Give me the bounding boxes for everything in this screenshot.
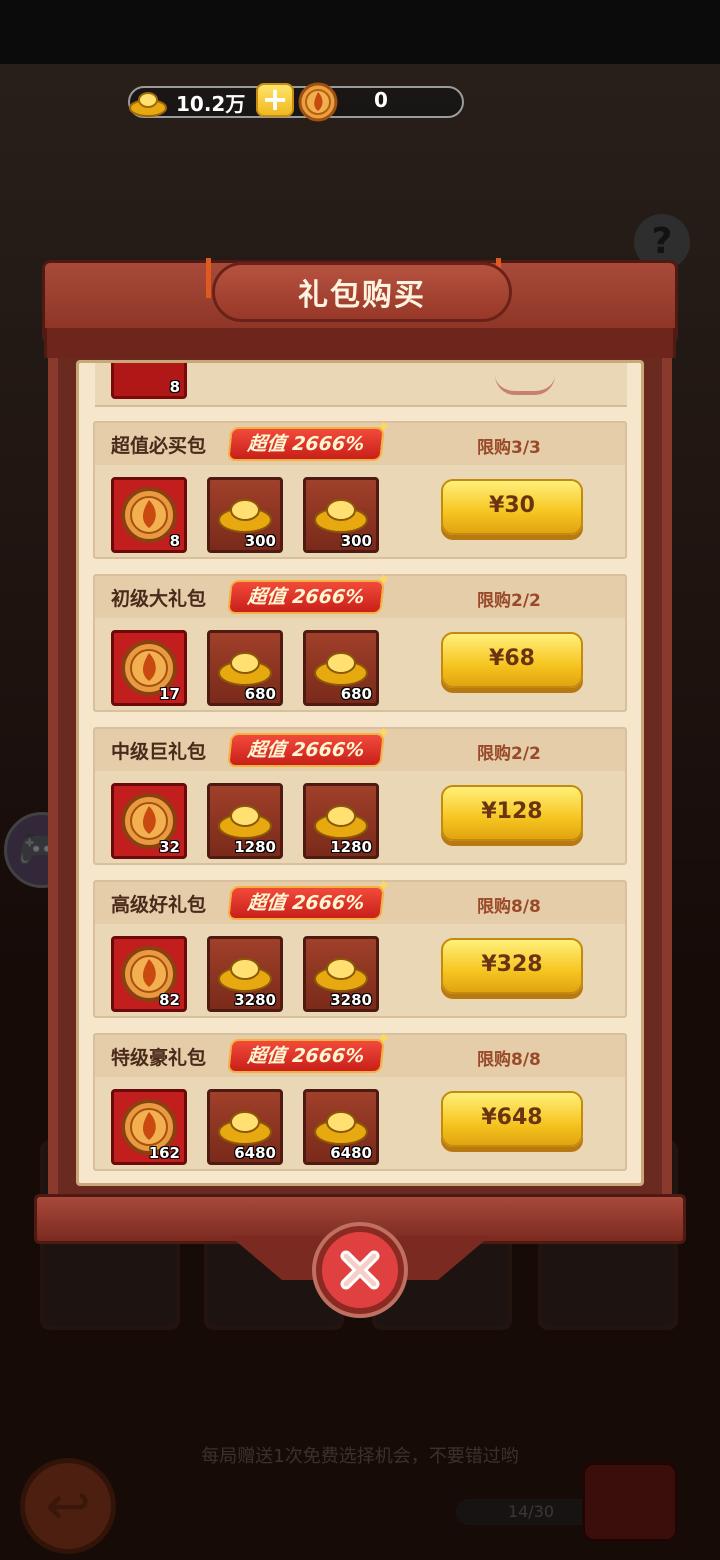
flame-coin-icon xyxy=(298,82,338,122)
sparkle-icon: ✦ xyxy=(377,417,391,436)
token-amount: 0 xyxy=(374,88,388,112)
buy-button[interactable]: ¥128 xyxy=(441,785,583,841)
item-count: 1280 xyxy=(234,838,276,856)
item-count: 82 xyxy=(159,991,180,1009)
flame-coin-icon[interactable]: 8 xyxy=(111,477,187,553)
gold-ingot-icon[interactable]: 300 xyxy=(303,477,379,553)
buy-button[interactable]: ¥328 xyxy=(441,938,583,994)
gold-ingot-icon[interactable]: 6480 xyxy=(207,1089,283,1165)
pack-row: 初级大礼包 超值 2666% ✦ 限购2/2 17 680 680 ¥68 xyxy=(93,570,627,712)
item-count: 162 xyxy=(148,1144,180,1162)
value-badge: 超值 2666% xyxy=(227,886,385,920)
item-count: 6480 xyxy=(234,1144,276,1162)
item-count: 32 xyxy=(159,838,180,856)
gold-ingot-icon xyxy=(128,86,168,117)
pack-name: 高级好礼包 xyxy=(111,894,207,916)
close-icon[interactable] xyxy=(316,1226,404,1314)
sparkle-icon: ✦ xyxy=(377,1029,391,1048)
item-count: 680 xyxy=(340,685,372,703)
gold-amount: 10.2万 xyxy=(176,92,246,116)
purchase-limit: 限购3/3 xyxy=(477,438,541,458)
value-badge: 超值 2666% xyxy=(227,1039,385,1073)
value-badge: 超值 2666% xyxy=(227,580,385,614)
pack-name: 特级豪礼包 xyxy=(111,1047,207,1069)
purchase-limit: 限购2/2 xyxy=(477,744,541,764)
item-count: 3280 xyxy=(234,991,276,1009)
partial-pack-row: 8 xyxy=(95,363,627,407)
flame-coin-icon[interactable]: 162 xyxy=(111,1089,187,1165)
gold-ingot-icon[interactable]: 680 xyxy=(207,630,283,706)
flame-coin-icon[interactable]: 82 xyxy=(111,936,187,1012)
dialog-title: 礼包购买 xyxy=(298,278,426,313)
gold-ingot-icon[interactable]: 1280 xyxy=(303,783,379,859)
gold-ingot-icon[interactable]: 680 xyxy=(303,630,379,706)
sparkle-icon: ✦ xyxy=(377,570,391,589)
purchase-limit: 限购8/8 xyxy=(477,1050,541,1070)
item-count: 300 xyxy=(244,532,276,550)
value-badge: 超值 2666% xyxy=(227,427,385,461)
buy-button[interactable]: ¥68 xyxy=(441,632,583,688)
gold-ingot-icon[interactable]: 1280 xyxy=(207,783,283,859)
item-count: 680 xyxy=(244,685,276,703)
purchase-limit: 限购8/8 xyxy=(477,897,541,917)
flame-coin-icon[interactable]: 32 xyxy=(111,783,187,859)
value-badge: 超值 2666% xyxy=(227,733,385,767)
partial-price-edge xyxy=(495,375,555,395)
pack-row: 超值必买包 超值 2666% ✦ 限购3/3 8 300 300 ¥30 xyxy=(93,417,627,559)
buy-button[interactable]: ¥30 xyxy=(441,479,583,535)
item-count: 3280 xyxy=(330,991,372,1009)
pack-row: 中级巨礼包 超值 2666% ✦ 限购2/2 32 1280 1280 ¥128 xyxy=(93,723,627,865)
item-count: 1280 xyxy=(330,838,372,856)
item-count: 300 xyxy=(340,532,372,550)
sparkle-icon: ✦ xyxy=(377,723,391,742)
dialog-header-underside xyxy=(44,328,676,358)
sparkle-icon: ✦ xyxy=(377,876,391,895)
pack-list[interactable]: 8 超值必买包 超值 2666% ✦ 限购3/3 8 300 300 ¥30 初… xyxy=(76,360,644,1186)
gold-ingot-icon[interactable]: 6480 xyxy=(303,1089,379,1165)
item-count: 8 xyxy=(169,532,180,550)
item-count: 8 xyxy=(169,378,180,396)
flame-coin-icon[interactable]: 17 xyxy=(111,630,187,706)
pack-name: 中级巨礼包 xyxy=(111,741,207,763)
gold-ingot-icon[interactable]: 3280 xyxy=(303,936,379,1012)
item-count: 6480 xyxy=(330,1144,372,1162)
gold-ingot-icon[interactable]: 300 xyxy=(207,477,283,553)
pack-row: 特级豪礼包 超值 2666% ✦ 限购8/8 162 6480 6480 ¥64… xyxy=(93,1029,627,1171)
pack-row: 高级好礼包 超值 2666% ✦ 限购8/8 82 3280 3280 ¥328 xyxy=(93,876,627,1018)
flame-coin-icon: 8 xyxy=(111,363,187,399)
pack-name: 超值必买包 xyxy=(111,435,207,457)
buy-button[interactable]: ¥648 xyxy=(441,1091,583,1147)
item-count: 17 xyxy=(159,685,180,703)
pack-name: 初级大礼包 xyxy=(111,588,207,610)
gold-ingot-icon[interactable]: 3280 xyxy=(207,936,283,1012)
plus-icon[interactable]: + xyxy=(256,83,294,117)
purchase-limit: 限购2/2 xyxy=(477,591,541,611)
